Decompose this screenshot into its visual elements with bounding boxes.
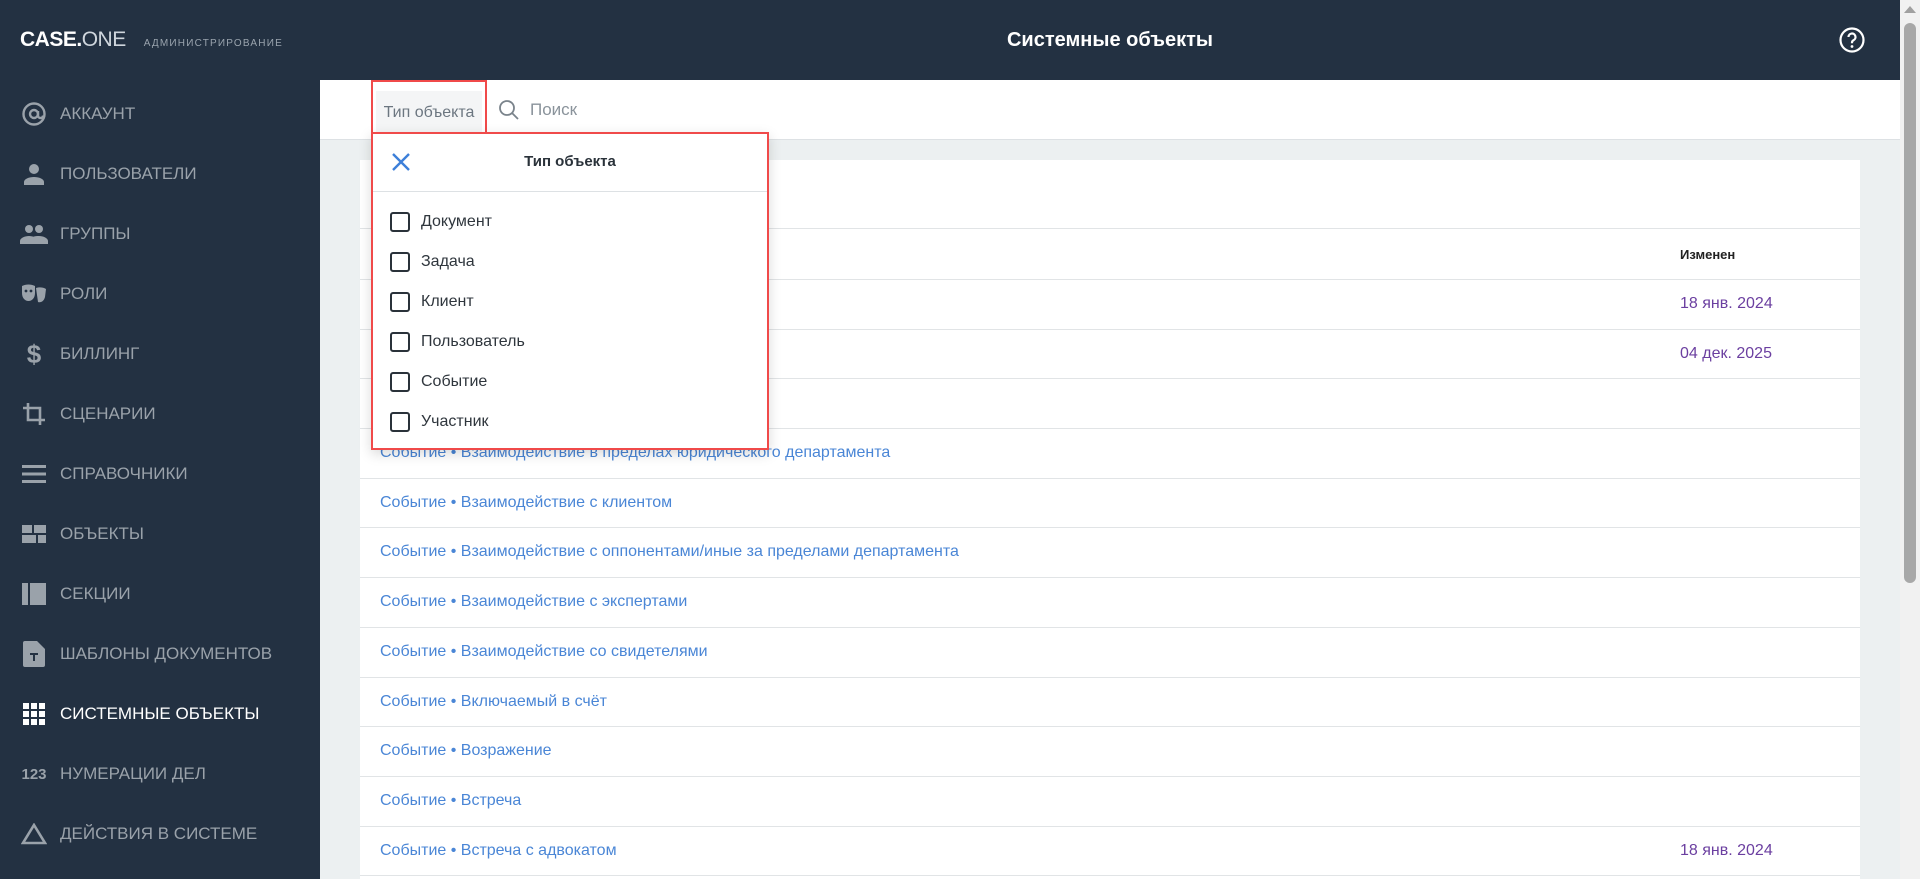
option-label: Участник	[421, 413, 489, 430]
search-icon	[499, 100, 519, 120]
dashboard-icon	[20, 520, 48, 548]
sections-icon	[20, 580, 48, 608]
checkbox[interactable]	[390, 332, 410, 352]
sidebar-item-label: СЦЕНАРИИ	[60, 404, 156, 423]
sidebar-item-label: АККАУНТ	[60, 104, 136, 123]
checkbox[interactable]	[390, 412, 410, 432]
sidebar-item-label: СЕКЦИИ	[60, 584, 131, 603]
object-type-dropdown: Тип объекта Документ Задача Клиент Пользова…	[371, 132, 769, 450]
checkbox[interactable]	[390, 212, 410, 232]
table-row[interactable]: Событие • Взаимодействие с оппонентами/и…	[360, 528, 1860, 579]
crop-icon	[20, 400, 48, 428]
object-link[interactable]: Событие • Взаимодействие с клиентом	[380, 494, 672, 512]
option-label: Пользователь	[421, 333, 525, 350]
option-label: Клиент	[421, 293, 474, 310]
app-subtitle: АДМИНИСТРИРОВАНИЕ	[143, 38, 283, 49]
sidebar-item-label: РОЛИ	[60, 284, 108, 303]
triangle-icon	[20, 820, 48, 848]
sidebar-item-6[interactable]: СПРАВОЧНИКИ	[0, 444, 320, 504]
scroll-up-icon[interactable]	[1904, 6, 1916, 13]
modified-date: 18 янв. 2024	[1680, 841, 1773, 859]
sidebar-item-2[interactable]: ГРУППЫ	[0, 204, 320, 264]
numbers-icon: 123	[20, 760, 48, 788]
option-label: Событие	[421, 373, 488, 390]
user-icon	[20, 160, 48, 188]
checkbox[interactable]	[390, 252, 410, 272]
toolbar: Тип объекта Поиск	[320, 80, 1900, 140]
object-type-filter-button[interactable]: Тип объекта	[371, 80, 487, 140]
dropdown-title: Тип объекта	[524, 153, 616, 170]
grid-icon	[20, 700, 48, 728]
theater-masks-icon	[20, 280, 48, 308]
brand-bold: CASE.	[20, 28, 82, 51]
logo: CASE.ONE АДМИНИСТРИРОВАНИЕ	[20, 28, 283, 52]
object-link[interactable]: Событие • Взаимодействие со свидетелями	[380, 643, 708, 661]
checkbox[interactable]	[390, 292, 410, 312]
scrollbar-thumb[interactable]	[1904, 23, 1916, 583]
brand-light: ONE	[81, 28, 127, 51]
sidebar-item-8[interactable]: СЕКЦИИ	[0, 564, 320, 624]
sidebar-item-label: ШАБЛОНЫ ДОКУМЕНТОВ	[60, 644, 273, 663]
header: Системные объекты	[320, 0, 1900, 80]
table-row[interactable]: Событие • Взаимодействие со свидетелями	[360, 628, 1860, 678]
sidebar-item-1[interactable]: ПОЛЬЗОВАТЕЛИ	[0, 144, 320, 204]
filter-option[interactable]: Пользователь	[373, 322, 767, 362]
object-link[interactable]: Событие • Встреча с адвокатом	[380, 842, 617, 860]
table-row[interactable]: Событие • Включаемый в счёт	[360, 678, 1860, 728]
sidebar-item-label: СПРАВОЧНИКИ	[60, 464, 188, 483]
modified-date: 04 дек. 2025	[1680, 344, 1772, 362]
table-row[interactable]: Событие • Возражение	[360, 727, 1860, 777]
sidebar-item-9[interactable]: ШАБЛОНЫ ДОКУМЕНТОВ	[0, 624, 320, 684]
option-label: Документ	[421, 213, 492, 230]
filter-option[interactable]: Документ	[373, 202, 767, 242]
table-row[interactable]: Событие • Взаимодействие с экспертами	[360, 578, 1860, 628]
option-label: Задача	[421, 253, 475, 270]
object-link[interactable]: Событие • Включаемый в счёт	[380, 693, 607, 711]
numbers-icon-text: 123	[21, 765, 47, 783]
sidebar-item-10[interactable]: СИСТЕМНЫЕ ОБЪЕКТЫ	[0, 684, 320, 744]
sidebar-item-label: ДЕЙСТВИЯ В СИСТЕМЕ	[60, 824, 258, 843]
filter-option[interactable]: Клиент	[373, 282, 767, 322]
checkbox[interactable]	[390, 372, 410, 392]
object-link[interactable]: Событие • Встреча	[380, 792, 521, 810]
sidebar-item-3[interactable]: РОЛИ	[0, 264, 320, 324]
filter-option[interactable]: Задача	[373, 242, 767, 282]
sidebar-item-5[interactable]: СЦЕНАРИИ	[0, 384, 320, 444]
scrollbar[interactable]	[1900, 0, 1920, 879]
search-placeholder: Поиск	[530, 100, 578, 119]
sidebar-item-12[interactable]: ДЕЙСТВИЯ В СИСТЕМЕ	[0, 804, 320, 864]
at-icon	[20, 100, 48, 128]
object-link[interactable]: Событие • Возражение	[380, 742, 552, 760]
sidebar-item-7[interactable]: ОБЪЕКТЫ	[0, 504, 320, 564]
group-icon	[20, 220, 48, 248]
table-row[interactable]: Событие • Взаимодействие с клиентом	[360, 479, 1860, 529]
object-link[interactable]: Событие • Взаимодействие с экспертами	[380, 593, 687, 611]
sidebar-item-0[interactable]: АККАУНТ	[0, 84, 320, 144]
help-circle-icon[interactable]	[1838, 26, 1866, 54]
sidebar-item-label: ОБЪЕКТЫ	[60, 524, 144, 543]
object-link[interactable]: Событие • Взаимодействие с оппонентами/и…	[380, 543, 959, 561]
page-title: Системные объекты	[1006, 28, 1214, 51]
sidebar-item-4[interactable]: $ БИЛЛИНГ	[0, 324, 320, 384]
sidebar-item-label: БИЛЛИНГ	[60, 344, 140, 363]
filter-label: Тип объекта	[376, 91, 482, 135]
table-row[interactable]: Событие • Встреча с адвокатом 18 янв. 202…	[360, 827, 1860, 877]
sidebar-nav: АККАУНТ ПОЛЬЗОВАТЕЛИ ГРУППЫ РОЛИ $ БИЛЛИНГ СЦЕ…	[0, 84, 320, 864]
search-input[interactable]: Поиск	[498, 80, 577, 140]
dollar-icon: $	[26, 338, 42, 369]
sidebar-item-label: НУМЕРАЦИИ ДЕЛ	[60, 764, 206, 783]
sidebar-item-label: СИСТЕМНЫЕ ОБЪЕКТЫ	[60, 704, 260, 723]
table-row[interactable]: Событие • Встреча	[360, 777, 1860, 827]
column-modified[interactable]: Изменен	[1680, 247, 1735, 262]
document-template-icon	[20, 640, 48, 668]
filter-option[interactable]: Участник	[373, 402, 767, 442]
sidebar: CASE.ONE АДМИНИСТРИРОВАНИЕ АККАУНТ ПОЛЬЗО…	[0, 0, 320, 879]
sidebar-item-label: ПОЛЬЗОВАТЕЛИ	[60, 164, 197, 183]
sidebar-item-label: ГРУППЫ	[60, 224, 131, 243]
modified-date: 18 янв. 2024	[1680, 295, 1773, 312]
sidebar-item-11[interactable]: 123 НУМЕРАЦИИ ДЕЛ	[0, 744, 320, 804]
list-icon	[20, 460, 48, 488]
filter-option[interactable]: Событие	[373, 362, 767, 402]
